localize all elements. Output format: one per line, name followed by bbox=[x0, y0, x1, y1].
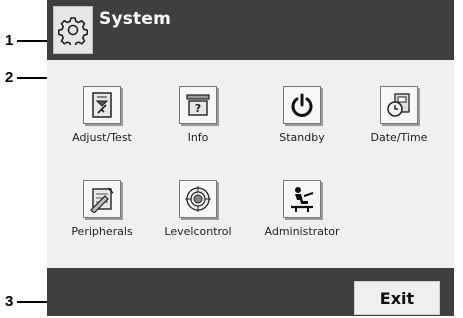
menu-grid: Adjust/Test ? Info Standby Date/Time Per… bbox=[47, 60, 454, 266]
gear-icon bbox=[58, 17, 88, 45]
tile-administrator[interactable]: Administrator bbox=[257, 180, 347, 238]
tile-level-control[interactable]: Levelcontrol bbox=[153, 180, 243, 238]
tile-label: Adjust/Test bbox=[72, 131, 132, 144]
info-button[interactable]: ? bbox=[179, 86, 217, 124]
callout-1: 1 bbox=[5, 32, 14, 49]
power-icon bbox=[291, 93, 313, 117]
tile-label: Info bbox=[187, 131, 209, 144]
tile-adjust-test[interactable]: Adjust/Test bbox=[57, 86, 147, 144]
tile-info[interactable]: ? Info bbox=[153, 86, 243, 144]
tile-label: Peripherals bbox=[71, 225, 133, 238]
exit-button[interactable]: Exit bbox=[354, 281, 440, 315]
action-bar: Exit bbox=[47, 268, 454, 316]
adjust-test-button[interactable] bbox=[83, 86, 121, 124]
peripherals-button[interactable] bbox=[83, 180, 121, 218]
callout-2: 2 bbox=[5, 69, 14, 86]
info-icon: ? bbox=[186, 94, 210, 116]
terminal-screen: System Adjust/Test ? Info Standby Date/T… bbox=[47, 0, 454, 316]
tile-standby[interactable]: Standby bbox=[257, 86, 347, 144]
administrator-button[interactable] bbox=[283, 180, 321, 218]
callout-3: 3 bbox=[5, 293, 14, 310]
tile-date-time[interactable]: Date/Time bbox=[354, 86, 444, 144]
date-time-icon bbox=[387, 93, 410, 117]
tile-label: Administrator bbox=[264, 225, 340, 238]
system-menu-icon-button[interactable] bbox=[53, 6, 93, 54]
standby-button[interactable] bbox=[283, 86, 321, 124]
adjust-test-icon bbox=[92, 92, 112, 118]
page-title: System bbox=[99, 9, 172, 29]
administrator-icon bbox=[291, 187, 314, 212]
tile-peripherals[interactable]: Peripherals bbox=[57, 180, 147, 238]
date-time-button[interactable] bbox=[380, 86, 418, 124]
peripherals-icon bbox=[90, 187, 114, 213]
svg-text:?: ? bbox=[195, 102, 201, 115]
level-control-button[interactable] bbox=[179, 180, 217, 218]
tile-label: Levelcontrol bbox=[164, 225, 232, 238]
level-control-icon bbox=[185, 186, 211, 212]
tile-label: Standby bbox=[279, 131, 325, 144]
title-bar: System bbox=[47, 0, 454, 60]
tile-label: Date/Time bbox=[370, 131, 428, 144]
